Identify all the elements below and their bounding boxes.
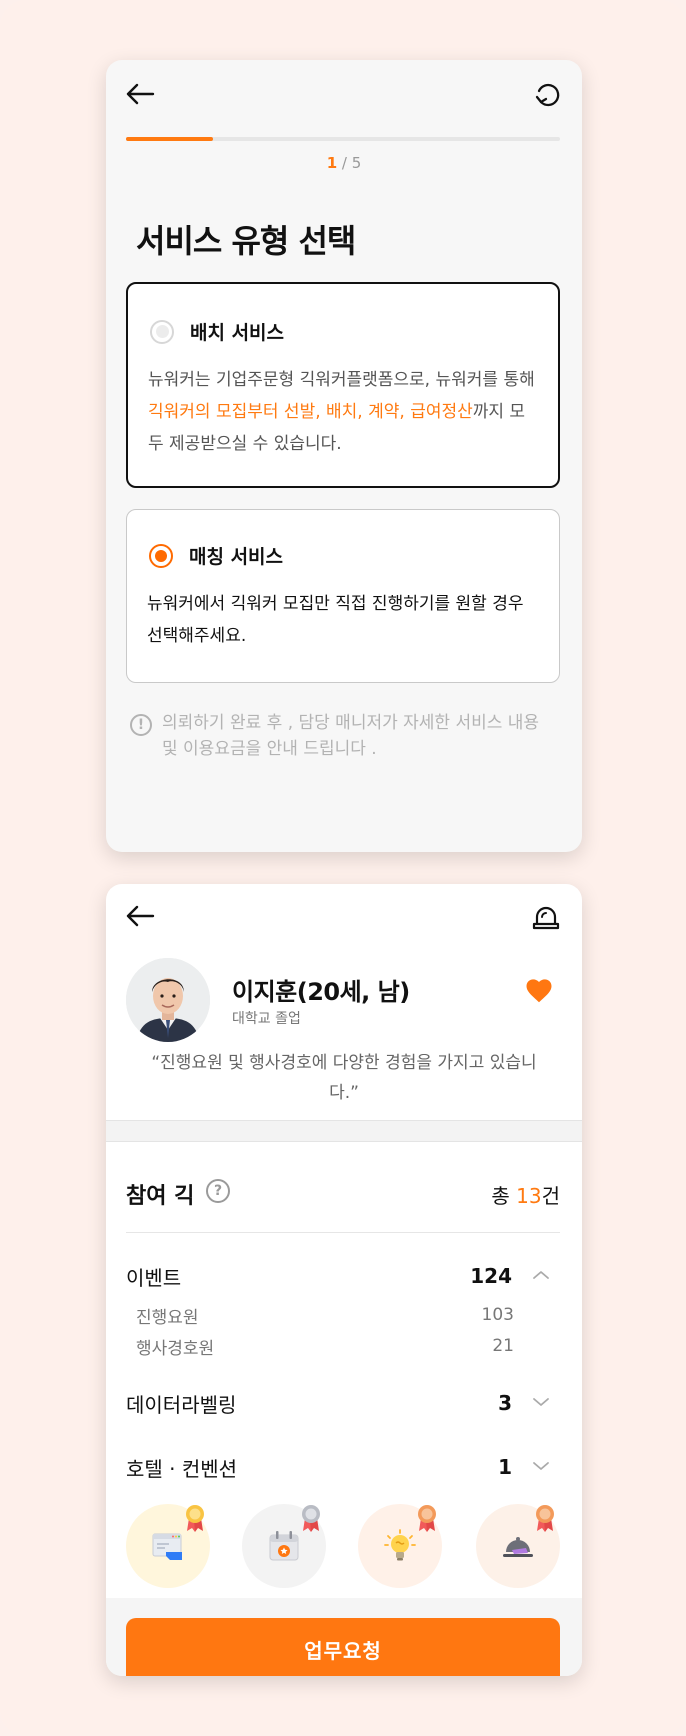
step-total: 5: [351, 154, 362, 172]
worker-education: 대학교 졸업: [232, 1011, 301, 1027]
info-exclamation-icon: !: [130, 714, 152, 736]
bronze-medal-icon: [536, 1505, 554, 1532]
page-title: 서비스 유형 선택: [136, 222, 356, 260]
badge-computer: [126, 1504, 210, 1588]
option-label: 배치 서비스: [190, 322, 285, 344]
back-arrow-icon[interactable]: [122, 76, 158, 112]
service-type-screen: 1 / 5 서비스 유형 선택 배치 서비스 뉴워커는 기업주문형 긱워커플랫폼…: [106, 60, 582, 852]
option-placement-service[interactable]: 배치 서비스 뉴워커는 기업주문형 긱워커플랫폼으로, 뉴워커를 통해 긱워커의…: [126, 282, 560, 488]
total-suffix: 건: [541, 1184, 560, 1208]
worker-intro-quote: “진행요원 및 행사경호에 다양한 경험을 가지고 있습니다.”: [151, 1053, 537, 1103]
radio-selected[interactable]: [149, 543, 173, 568]
category-row[interactable]: 호텔 · 컨벤션 1: [126, 1451, 560, 1483]
subcategory-count: 103: [481, 1305, 514, 1325]
cloche-icon: [503, 1537, 533, 1557]
section-divider: [106, 1120, 582, 1142]
category-name: 이벤트: [126, 1265, 182, 1290]
step-current: 1: [326, 154, 338, 172]
lightbulb-icon: [384, 1529, 416, 1561]
category-name: 데이터라벨링: [126, 1392, 237, 1417]
chevron-down-icon[interactable]: [532, 1395, 550, 1409]
total-number: 13: [516, 1184, 542, 1208]
progress-fill: [126, 137, 213, 141]
desc-text: 뉴워커는 기업주문형 긱워커플랫폼으로, 뉴워커를 통해: [148, 370, 535, 390]
badge-calendar: [242, 1504, 326, 1588]
badge-lightbulb: [358, 1504, 442, 1588]
back-arrow-icon[interactable]: [122, 898, 158, 934]
step-separator: /: [337, 154, 352, 172]
category-row[interactable]: 이벤트 124: [126, 1260, 560, 1292]
subcategory-name: 진행요원: [136, 1307, 199, 1328]
subcategory-count: 21: [492, 1336, 514, 1356]
badge-cloche: [476, 1504, 560, 1588]
notice: ! 의뢰하기 완료 후 , 담당 매니저가 자세한 서비스 내용 및 이용요금을…: [130, 710, 550, 762]
total-prefix: 총: [491, 1184, 517, 1208]
chevron-up-icon[interactable]: [532, 1268, 550, 1282]
computer-icon: [152, 1533, 182, 1560]
option-label: 매칭 서비스: [189, 546, 284, 568]
progress-track: [126, 137, 560, 141]
calendar-star-icon: [269, 1531, 299, 1561]
favorite-heart-icon[interactable]: [524, 976, 554, 1006]
help-question-icon[interactable]: ?: [206, 1179, 230, 1203]
total-gig-count: 총 13건: [491, 1180, 560, 1209]
section-line: [126, 1232, 560, 1233]
category-count: 3: [498, 1391, 512, 1415]
radio-unselected[interactable]: [150, 319, 174, 344]
category-row[interactable]: 데이터라벨링 3: [126, 1387, 560, 1419]
category-name: 호텔 · 컨벤션: [126, 1456, 238, 1481]
siren-alarm-icon[interactable]: [528, 898, 564, 934]
request-work-button[interactable]: 업무요청: [126, 1618, 560, 1676]
subcategory-name: 행사경호원: [136, 1338, 215, 1359]
option-description: 뉴워커에서 긱워커 모집만 직접 진행하기를 원할 경우 선택해주세요.: [147, 594, 524, 646]
subcategory-row: 진행요원 103: [136, 1302, 538, 1328]
category-count: 1: [498, 1455, 512, 1479]
refresh-icon[interactable]: [530, 76, 566, 112]
worker-name: 이지훈(20세, 남): [232, 978, 410, 1006]
avatar: [126, 958, 210, 1042]
section-title: 참여 긱: [126, 1184, 195, 1209]
desc-highlight: 긱워커의 모집부터 선발, 배치, 계약, 급여정산: [148, 402, 473, 422]
category-count: 124: [470, 1264, 512, 1288]
worker-profile-screen: 이지훈(20세, 남) 대학교 졸업 “진행요원 및 행사경호에 다양한 경험을…: [106, 884, 582, 1676]
silver-medal-icon: [302, 1505, 320, 1532]
gold-medal-icon: [186, 1505, 204, 1532]
option-description: 뉴워커는 기업주문형 긱워커플랫폼으로, 뉴워커를 통해 긱워커의 모집부터 선…: [148, 364, 540, 460]
notice-text: 의뢰하기 완료 후 , 담당 매니저가 자세한 서비스 내용 및 이용요금을 안…: [162, 713, 540, 759]
subcategory-row: 행사경호원 21: [136, 1333, 538, 1359]
chevron-down-icon[interactable]: [532, 1459, 550, 1473]
bronze-medal-icon: [418, 1505, 436, 1532]
step-indicator: 1 / 5: [106, 154, 582, 172]
option-matching-service[interactable]: 매칭 서비스 뉴워커에서 긱워커 모집만 직접 진행하기를 원할 경우 선택해주…: [126, 509, 560, 683]
